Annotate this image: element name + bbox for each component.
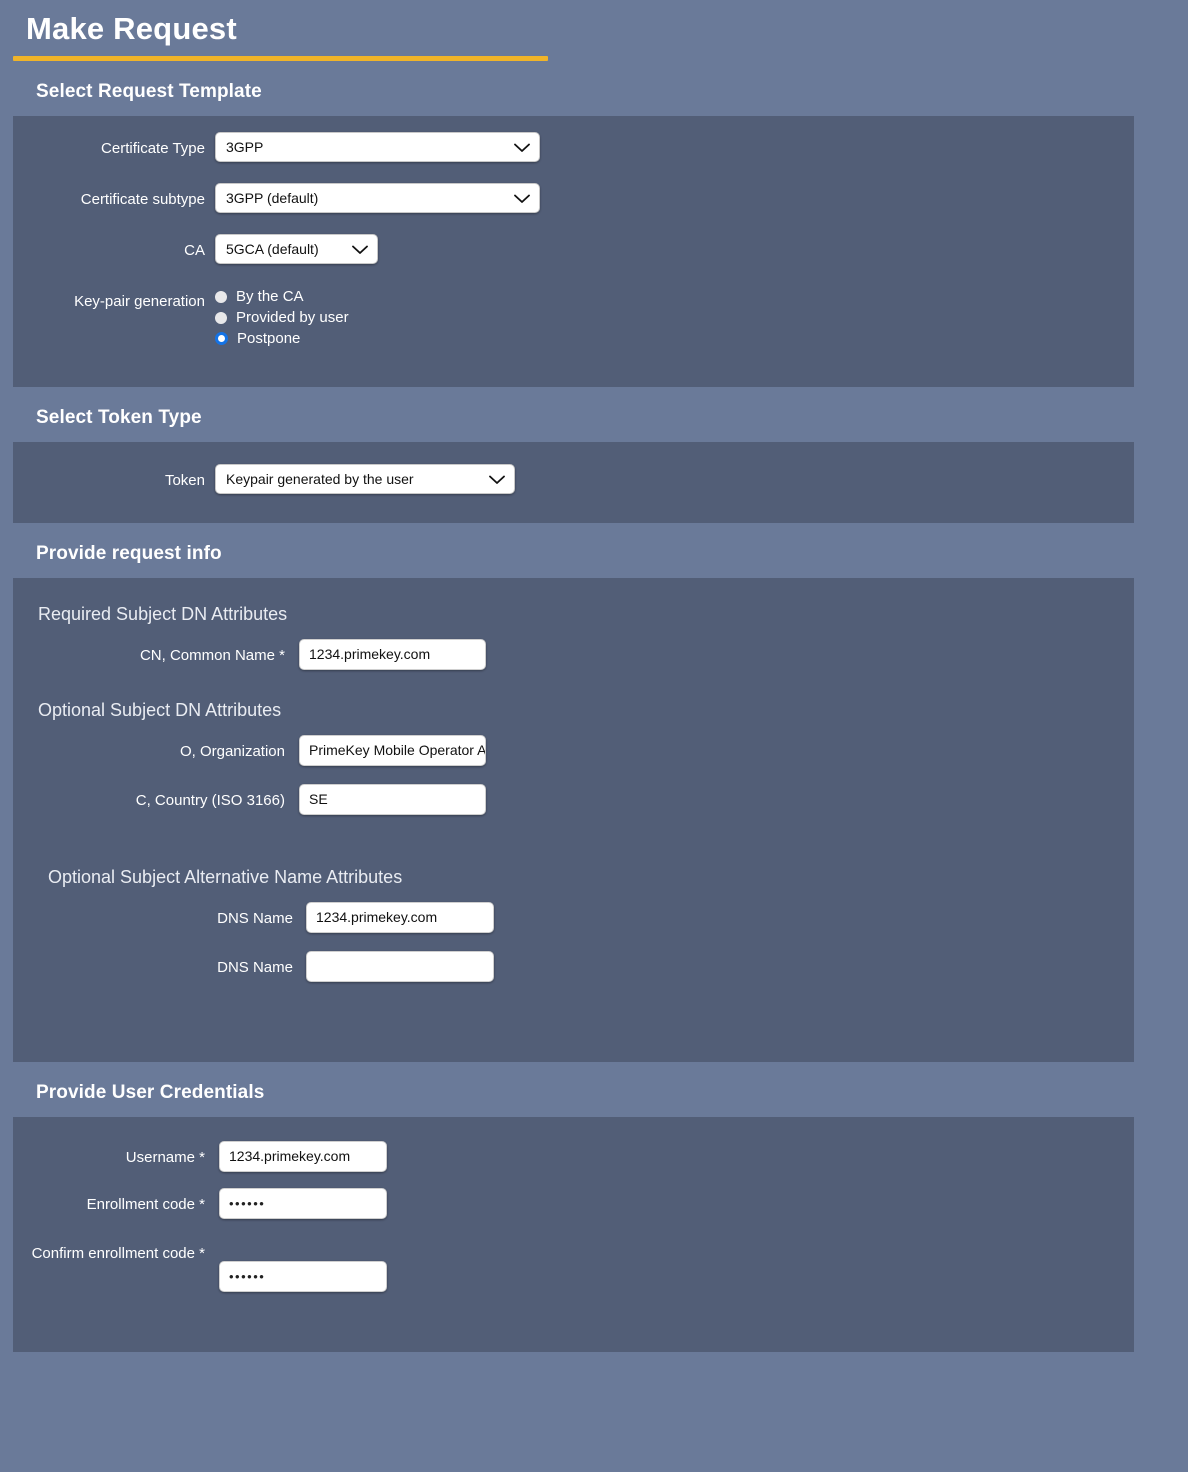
token-select[interactable]: Keypair generated by the user: [215, 464, 515, 494]
keypair-generation-label: Key-pair generation: [74, 293, 205, 310]
dns-name-2-input[interactable]: [306, 951, 494, 982]
ca-label: CA: [184, 242, 205, 259]
section-heading-provide-request-info: Provide request info: [36, 543, 222, 564]
username-input[interactable]: 1234.primekey.com: [219, 1141, 387, 1172]
field-row-enrollment-code: Enrollment code * ••••••: [13, 1188, 1134, 1219]
field-row-common-name: CN, Common Name * 1234.primekey.com: [13, 639, 1134, 670]
section-heading-provide-user-credentials: Provide User Credentials: [36, 1082, 265, 1103]
radio-label-provided-by-user: Provided by user: [236, 309, 349, 326]
certificate-type-value: 3GPP: [226, 139, 264, 155]
certificate-type-select[interactable]: 3GPP: [215, 132, 540, 162]
country-label: C, Country (ISO 3166): [135, 792, 285, 809]
enrollment-code-label: Enrollment code *: [86, 1196, 205, 1213]
certificate-subtype-select[interactable]: 3GPP (default): [215, 183, 540, 213]
radio-label-postpone: Postpone: [237, 330, 301, 347]
radio-button-icon[interactable]: [215, 290, 227, 303]
enrollment-code-input[interactable]: ••••••: [219, 1188, 387, 1219]
field-row-dns-name-2: DNS Name: [13, 951, 1134, 982]
radio-label-by-the-ca: By the CA: [236, 288, 304, 305]
field-row-username: Username * 1234.primekey.com: [13, 1141, 1134, 1172]
field-row-dns-name-1: DNS Name 1234.primekey.com: [13, 902, 1134, 933]
field-row-country: C, Country (ISO 3166) SE: [13, 784, 1134, 815]
certificate-type-label: Certificate Type: [101, 140, 205, 157]
field-row-token: Token Keypair generated by the user: [13, 464, 1134, 499]
organization-input[interactable]: PrimeKey Mobile Operator AB: [299, 735, 486, 766]
confirm-enrollment-code-label: Confirm enrollment code *: [31, 1245, 205, 1262]
subheading-optional-subject-dn-attributes: Optional Subject DN Attributes: [38, 700, 282, 720]
keypair-generation-radio-group: By the CA Provided by user Postpone: [215, 285, 349, 347]
chevron-down-icon: [489, 465, 505, 493]
subheading-optional-san-attributes: Optional Subject Alternative Name Attrib…: [48, 867, 403, 887]
radio-option-provided-by-user[interactable]: Provided by user: [215, 309, 349, 326]
username-label: Username *: [125, 1149, 205, 1166]
chevron-down-icon: [514, 133, 530, 161]
dns-name-2-label: DNS Name: [217, 959, 293, 976]
panel-select-token-type: Token Keypair generated by the user: [13, 442, 1134, 523]
field-row-keypair-generation: Key-pair generation By the CA Provided b…: [13, 285, 1134, 347]
radio-button-selected-icon[interactable]: [215, 332, 228, 345]
common-name-input[interactable]: 1234.primekey.com: [299, 639, 486, 670]
token-label: Token: [164, 472, 205, 489]
ca-value: 5GCA (default): [226, 241, 319, 257]
organization-label: O, Organization: [179, 743, 285, 760]
chevron-down-icon: [352, 235, 368, 263]
radio-option-postpone[interactable]: Postpone: [215, 330, 349, 347]
ca-select[interactable]: 5GCA (default): [215, 234, 378, 264]
section-heading-select-request-template: Select Request Template: [36, 81, 262, 102]
common-name-label: CN, Common Name *: [139, 647, 285, 664]
subheading-required-subject-dn-attributes: Required Subject DN Attributes: [38, 604, 288, 624]
section-heading-select-token-type: Select Token Type: [36, 407, 202, 428]
panel-provide-request-info: Required Subject DN Attributes CN, Commo…: [13, 578, 1134, 1062]
panel-select-request-template: Certificate Type 3GPP Certificate subtyp…: [13, 116, 1134, 387]
country-input[interactable]: SE: [299, 784, 486, 815]
radio-option-by-the-ca[interactable]: By the CA: [215, 288, 349, 305]
dns-name-1-label: DNS Name: [217, 910, 293, 927]
confirm-enrollment-code-input[interactable]: ••••••: [219, 1261, 387, 1292]
panel-provide-user-credentials: Username * 1234.primekey.com Enrollment …: [13, 1117, 1134, 1352]
make-request-page: Make Request Select Request Template Cer…: [0, 0, 1188, 1472]
token-value: Keypair generated by the user: [226, 471, 414, 487]
certificate-subtype-label: Certificate subtype: [80, 191, 205, 208]
chevron-down-icon: [514, 184, 530, 212]
field-row-organization: O, Organization PrimeKey Mobile Operator…: [13, 735, 1134, 766]
dns-name-1-input[interactable]: 1234.primekey.com: [306, 902, 494, 933]
field-row-certificate-subtype: Certificate subtype 3GPP (default): [13, 183, 1134, 218]
field-row-confirm-enrollment-code: Confirm enrollment code * ••••••: [13, 1239, 1134, 1292]
field-row-certificate-type: Certificate Type 3GPP: [13, 132, 1134, 167]
field-row-ca: CA 5GCA (default): [13, 234, 1134, 269]
page-title: Make Request: [26, 11, 237, 46]
certificate-subtype-value: 3GPP (default): [226, 190, 319, 206]
radio-button-icon[interactable]: [215, 311, 227, 324]
